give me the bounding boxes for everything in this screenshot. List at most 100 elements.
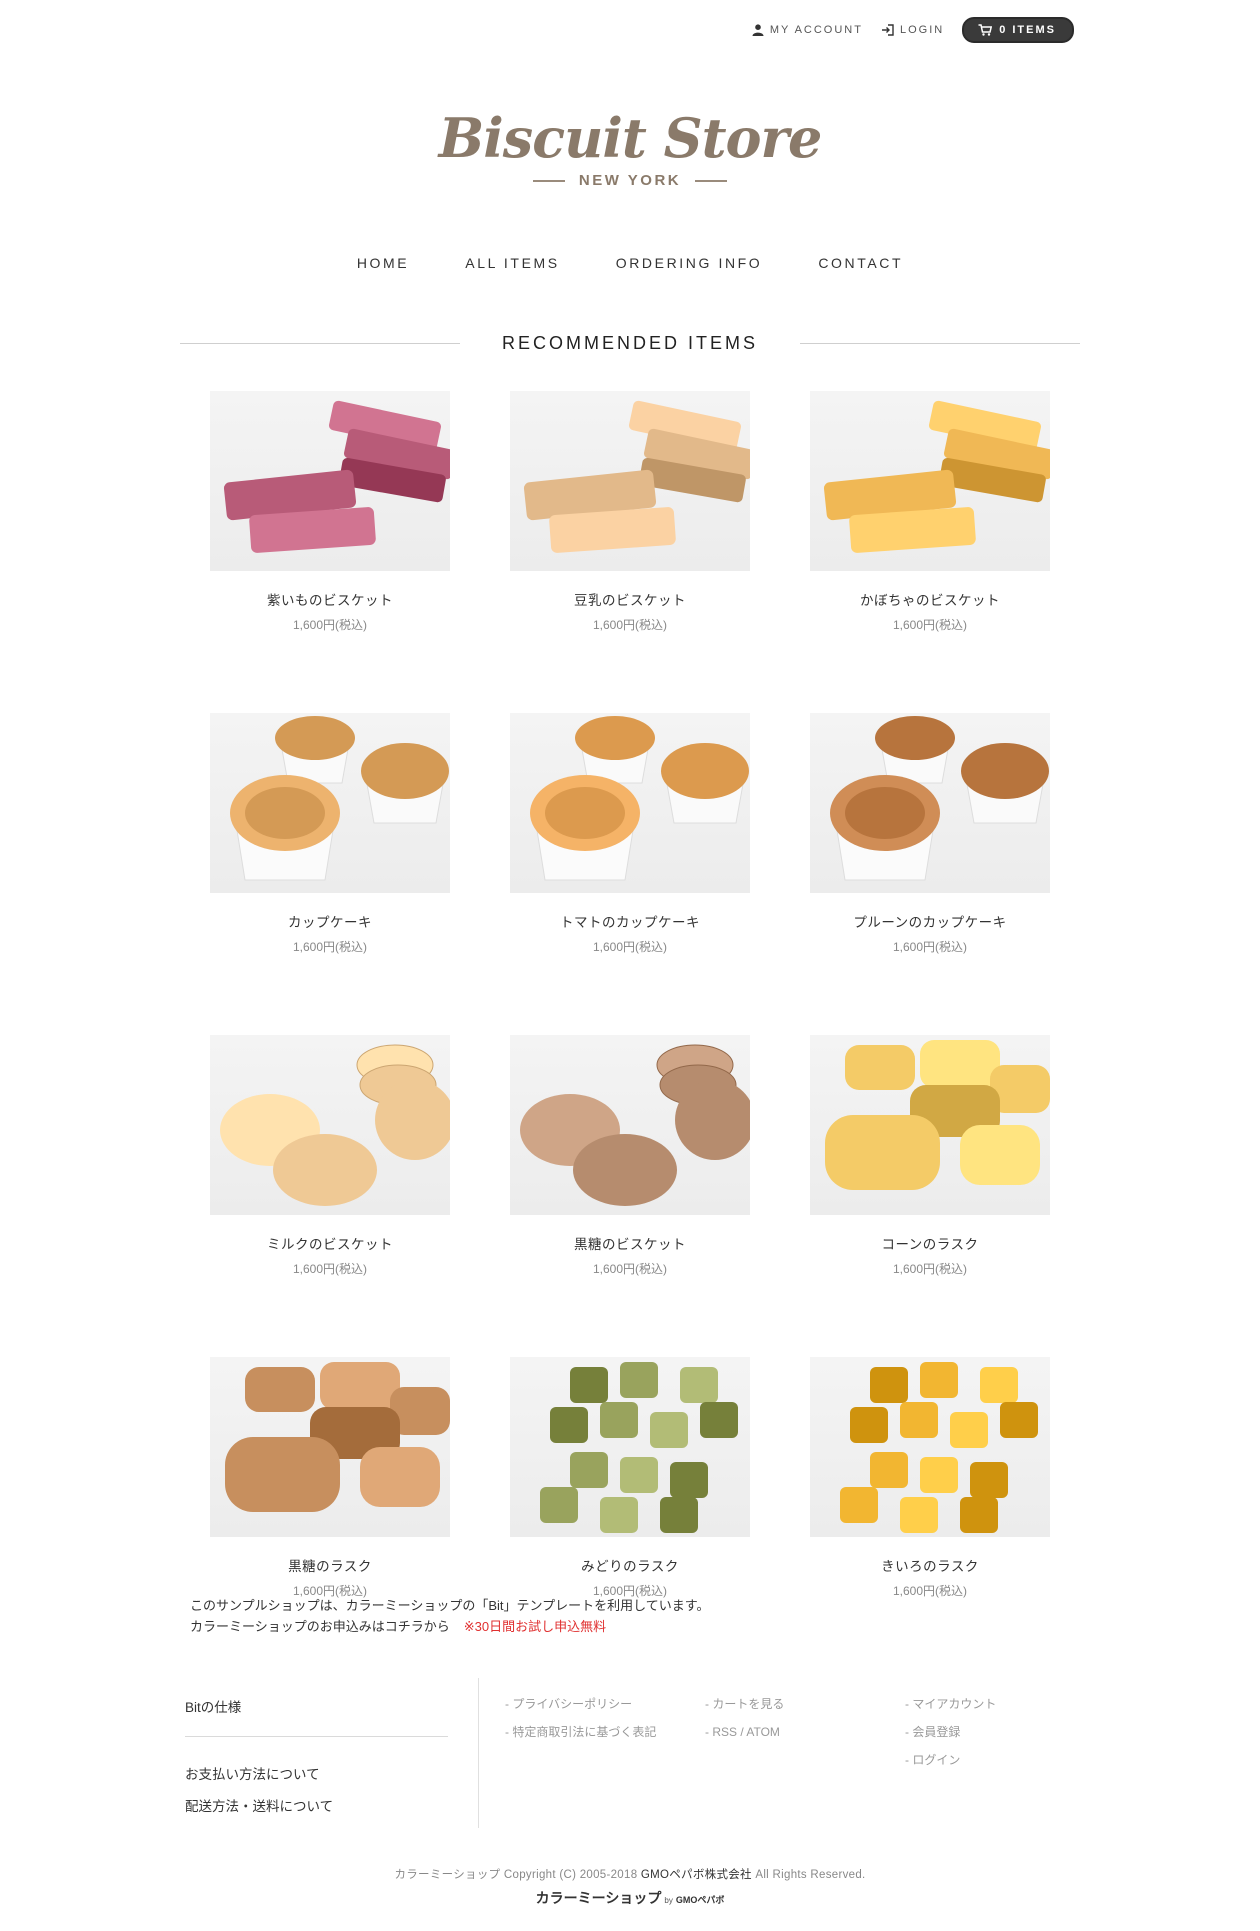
product-image[interactable] — [210, 1357, 450, 1537]
product-image[interactable] — [810, 713, 1050, 893]
copyright-text: カラーミーショップ Copyright (C) 2005-2018 — [394, 1869, 638, 1881]
login-icon — [881, 24, 894, 36]
nav-all-items[interactable]: ALL ITEMS — [461, 253, 563, 273]
product-name[interactable]: 豆乳のビスケット — [510, 589, 750, 609]
header-rule-left — [180, 343, 460, 344]
product-price: 1,600円(税込) — [592, 618, 668, 632]
product-name[interactable]: 紫いものビスケット — [210, 589, 450, 609]
product-price: 1,600円(税込) — [892, 940, 968, 954]
product-price: 1,600円(税込) — [892, 1262, 968, 1276]
product-card[interactable]: 紫いものビスケット 1,600円(税込) — [210, 391, 450, 633]
product-card[interactable]: 豆乳のビスケット 1,600円(税込) — [510, 391, 750, 633]
logo-wordmark: Biscuit Store — [438, 106, 823, 170]
product-photo — [220, 1044, 450, 1206]
product-photo — [530, 716, 749, 881]
register-link[interactable]: - 会員登録 — [905, 1718, 1105, 1746]
view-cart-link[interactable]: - カートを見る — [705, 1690, 905, 1718]
brand-gmo: GMOペパボ — [675, 1895, 725, 1905]
product-price: 1,600円(税込) — [292, 1262, 368, 1276]
template-notice: このサンプルショップは、カラーミーショップの「Bit」テンプレートを利用していま… — [190, 1595, 709, 1637]
product-name[interactable]: 黒糖のラスク — [210, 1555, 450, 1575]
product-image[interactable] — [810, 391, 1050, 571]
product-photo — [520, 1044, 750, 1206]
legal-notice-link[interactable]: - 特定商取引法に基づく表記 — [505, 1718, 705, 1746]
product-image[interactable] — [210, 713, 450, 893]
signup-link[interactable]: カラーミーショップのお申込みはコチラから — [190, 1619, 450, 1634]
footer-links: - プライバシーポリシー - 特定商取引法に基づく表記 - カートを見る - R… — [505, 1690, 1105, 1774]
my-account-label: MY ACCOUNT — [769, 24, 863, 36]
notice-line-1: このサンプルショップは、カラーミーショップの「Bit」テンプレートを利用していま… — [190, 1598, 710, 1613]
product-name[interactable]: プルーンのカップケーキ — [810, 911, 1050, 931]
product-card[interactable]: みどりのラスク 1,600円(税込) — [510, 1357, 750, 1599]
product-image[interactable] — [510, 391, 750, 571]
product-card[interactable]: きいろのラスク 1,600円(税込) — [810, 1357, 1050, 1599]
product-photo — [823, 400, 1050, 553]
brand-name: カラーミーショップ — [535, 1890, 662, 1906]
footer-col-account: - マイアカウント - 会員登録 - ログイン — [905, 1690, 1105, 1774]
recommended-header: RECOMMENDED ITEMS — [180, 333, 1081, 354]
product-image[interactable] — [810, 1357, 1050, 1537]
cart-icon — [978, 24, 993, 36]
product-card[interactable]: かぼちゃのビスケット 1,600円(税込) — [810, 391, 1050, 633]
product-card[interactable]: トマトのカップケーキ 1,600円(税込) — [510, 713, 750, 955]
logo-rule-right — [695, 179, 728, 182]
payment-info-link[interactable]: お支払い方法について — [185, 1759, 448, 1791]
product-image[interactable] — [210, 1035, 450, 1215]
product-photo — [840, 1362, 1038, 1533]
product-photo — [223, 400, 450, 553]
product-name[interactable]: かぼちゃのビスケット — [810, 589, 1050, 609]
section-title: RECOMMENDED ITEMS — [502, 333, 759, 353]
product-name[interactable]: コーンのラスク — [810, 1233, 1050, 1253]
copyright-company: GMOペパボ株式会社 — [640, 1869, 752, 1881]
product-price: 1,600円(税込) — [292, 618, 368, 632]
login-label: LOGIN — [899, 24, 945, 36]
nav-contact[interactable]: CONTACT — [814, 253, 907, 273]
product-name[interactable]: カップケーキ — [210, 911, 450, 931]
privacy-policy-link[interactable]: - プライバシーポリシー — [505, 1690, 705, 1718]
product-card[interactable]: プルーンのカップケーキ 1,600円(税込) — [810, 713, 1050, 955]
copyright: カラーミーショップ Copyright (C) 2005-2018 GMOペパボ… — [0, 1866, 1260, 1882]
site-logo[interactable]: Biscuit Store NEW YORK — [0, 108, 1260, 189]
product-price: 1,600円(税込) — [892, 618, 968, 632]
free-trial-link[interactable]: ※30日間お試し申込無料 — [464, 1619, 606, 1634]
product-name[interactable]: トマトのカップケーキ — [510, 911, 750, 931]
footer-col-cart: - カートを見る - RSS / ATOM — [705, 1690, 905, 1774]
footer-my-account-link[interactable]: - マイアカウント — [905, 1690, 1105, 1718]
footer-col-policy: - プライバシーポリシー - 特定商取引法に基づく表記 — [505, 1690, 705, 1774]
product-name[interactable]: きいろのラスク — [810, 1555, 1050, 1575]
rss-atom-link[interactable]: - RSS / ATOM — [705, 1718, 905, 1746]
my-account-link[interactable]: MY ACCOUNT — [752, 24, 863, 36]
shipping-info-link[interactable]: 配送方法・送料について — [185, 1791, 448, 1823]
notice-line-2: カラーミーショップのお申込みはコチラから ※30日間お試し申込無料 — [190, 1616, 709, 1637]
login-link[interactable]: LOGIN — [881, 24, 944, 36]
product-photo — [540, 1362, 738, 1533]
top-utility-bar: MY ACCOUNT LOGIN 0 ITEMS — [752, 17, 1074, 43]
product-card[interactable]: 黒糖のビスケット 1,600円(税込) — [510, 1035, 750, 1277]
product-image[interactable] — [510, 1357, 750, 1537]
cart-button[interactable]: 0 ITEMS — [962, 17, 1074, 43]
colorme-brand-logo[interactable]: カラーミーショップ by GMOペパボ — [0, 1888, 1260, 1908]
product-photo — [825, 1040, 1050, 1190]
product-price: 1,600円(税込) — [892, 1584, 968, 1598]
product-name[interactable]: みどりのラスク — [510, 1555, 750, 1575]
product-card[interactable]: 黒糖のラスク 1,600円(税込) — [210, 1357, 450, 1599]
product-image[interactable] — [210, 391, 450, 571]
product-card[interactable]: コーンのラスク 1,600円(税込) — [810, 1035, 1050, 1277]
footer-info: Bitの仕様 お支払い方法について 配送方法・送料について — [185, 1678, 448, 1823]
cart-count: 0 ITEMS — [999, 24, 1056, 36]
product-image[interactable] — [510, 1035, 750, 1215]
product-card[interactable]: ミルクのビスケット 1,600円(税込) — [210, 1035, 450, 1277]
footer-divider — [478, 1678, 479, 1828]
product-grid: 紫いものビスケット 1,600円(税込) 豆乳のビスケット 1,600円(税込)… — [210, 391, 1050, 1599]
header-rule-right — [800, 343, 1081, 344]
nav-ordering-info[interactable]: ORDERING INFO — [612, 253, 767, 273]
product-name[interactable]: ミルクのビスケット — [210, 1233, 450, 1253]
footer-login-link[interactable]: - ログイン — [905, 1746, 1105, 1774]
product-card[interactable]: カップケーキ 1,600円(税込) — [210, 713, 450, 955]
nav-home[interactable]: HOME — [353, 253, 413, 273]
copyright-rights: All Rights Reserved. — [755, 1869, 866, 1881]
product-price: 1,600円(税込) — [592, 1262, 668, 1276]
product-name[interactable]: 黒糖のビスケット — [510, 1233, 750, 1253]
product-image[interactable] — [810, 1035, 1050, 1215]
product-image[interactable] — [510, 713, 750, 893]
